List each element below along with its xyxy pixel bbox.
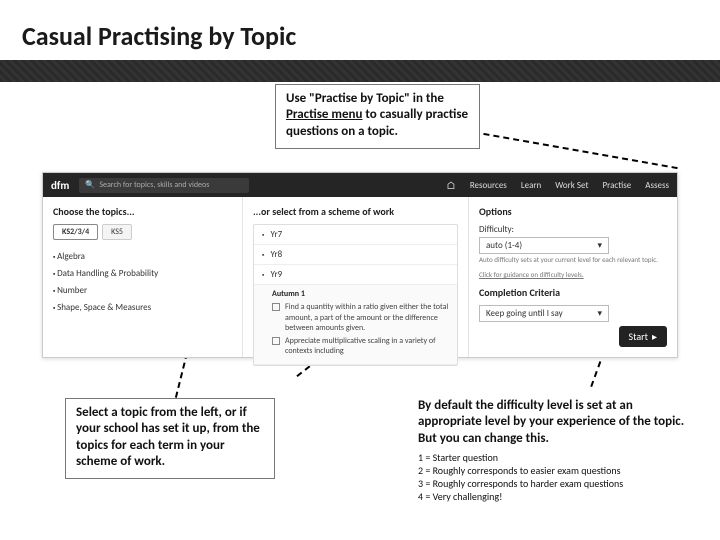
checkbox-icon[interactable] [272,337,280,345]
slide: Casual Practising by Topic Use "Practise… [0,0,720,540]
callout-bottom-right: By default the difficulty level is set a… [418,398,698,503]
sow-item-1[interactable]: Find a quantity within a ratio given eit… [285,302,449,333]
title-accent-band [0,60,720,82]
difficulty-value: auto (1-4) [486,240,522,251]
completion-select[interactable]: Keep going until I say ▾ [479,305,609,322]
callout-br-main: By default the difficulty level is set a… [418,398,698,447]
def-2: 2 = Roughly corresponds to easier exam q… [418,464,698,477]
column-options: Options Difficulty: auto (1-4) ▾ Auto di… [469,197,677,357]
topbar: dfm 🔍 Search for topics, skills and vide… [43,173,677,197]
col2-header: ...or select from a scheme of work [253,205,458,218]
def-3: 3 = Roughly corresponds to harder exam q… [418,477,698,490]
year-7[interactable]: Yr7 [254,225,457,245]
column-topics: Choose the topics... KS2/3/4 KS5 Algebra… [43,197,243,357]
title-block: Casual Practising by Topic [0,14,720,82]
search-icon: 🔍 [85,180,95,190]
topic-data[interactable]: Data Handling & Probability [53,265,232,282]
topic-number[interactable]: Number [53,282,232,299]
column-scheme: ...or select from a scheme of work Yr7 Y… [243,197,469,357]
col1-header: Choose the topics... [53,205,232,218]
page-title: Casual Practising by Topic [0,14,720,58]
difficulty-hint1: Auto difficulty sets at your current lev… [479,256,667,265]
app-screenshot: dfm 🔍 Search for topics, skills and vide… [42,172,678,358]
tab-ks5[interactable]: KS5 [102,224,132,240]
chevron-down-icon: ▾ [597,240,602,251]
difficulty-select[interactable]: auto (1-4) ▾ [479,237,609,254]
nav-assess[interactable]: Assess [645,180,669,191]
sow-item-2[interactable]: Appreciate multiplicative scaling in a v… [285,336,449,357]
nav-workset[interactable]: Work Set [555,180,588,191]
callout-top-text: Use "Practise by Topic" in the Practise … [286,91,468,139]
def-4: 4 = Very challenging! [418,490,698,503]
difficulty-label: Difficulty: [479,224,667,235]
col3-header: Options [479,205,667,218]
search-input[interactable]: 🔍 Search for topics, skills and videos [79,178,249,193]
year-9[interactable]: Yr9 [254,265,457,285]
search-placeholder: Search for topics, skills and videos [99,180,209,190]
home-icon[interactable]: ⌂ [446,179,456,192]
callout-top: Use "Practise by Topic" in the Practise … [275,84,480,149]
difficulty-hint-link[interactable]: Click for guidance on difficulty levels. [479,271,667,280]
logo: dfm [51,179,69,192]
difficulty-definitions: 1 = Starter question 2 = Roughly corresp… [418,451,698,503]
term-autumn1: Autumn 1 Find a quantity within a ratio … [254,285,457,365]
topic-shape[interactable]: Shape, Space & Measures [53,299,232,316]
callout-top-underline: Practise menu [286,107,362,122]
nav-resources[interactable]: Resources [470,180,507,191]
checkbox-icon[interactable] [272,303,280,311]
nav-practise[interactable]: Practise [603,180,632,191]
start-button[interactable]: Start [619,326,667,347]
term-label[interactable]: Autumn 1 [272,289,449,299]
topic-algebra[interactable]: Algebra [53,248,232,265]
nav-learn[interactable]: Learn [521,180,541,191]
callout-top-pre: Use "Practise by Topic" in the [286,91,444,106]
year-8[interactable]: Yr8 [254,245,457,265]
chevron-down-icon: ▾ [597,308,602,319]
nav-links: ⌂ Resources Learn Work Set Practise Asse… [446,179,669,192]
def-1: 1 = Starter question [418,451,698,464]
arrow-top [483,133,677,169]
completion-header: Completion Criteria [479,286,667,299]
callout-bottom-left: Select a topic from the left, or if your… [65,398,275,479]
start-label: Start [629,330,648,343]
tab-ks234[interactable]: KS2/3/4 [53,224,98,240]
completion-value: Keep going until I say [486,308,563,319]
